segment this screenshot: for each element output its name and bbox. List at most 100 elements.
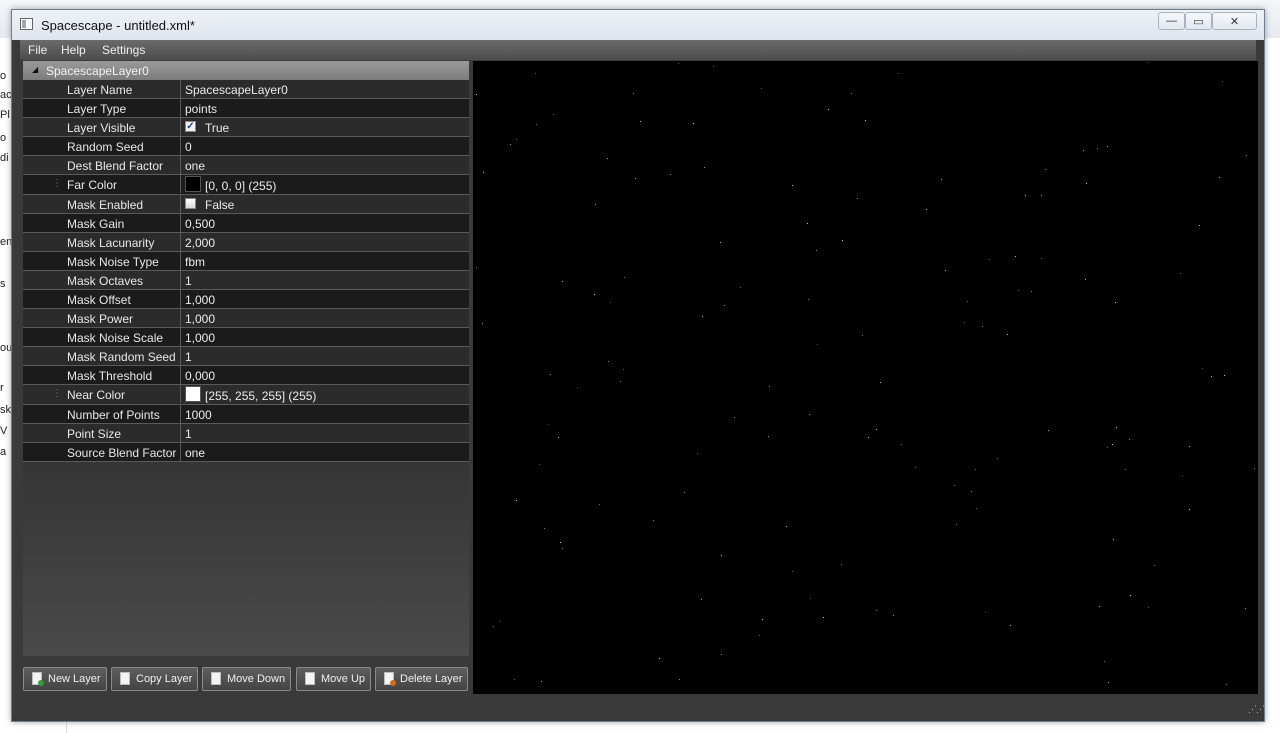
- property-value[interactable]: SpacescapeLayer0: [185, 83, 288, 97]
- resize-grip-icon[interactable]: ⋰⋰: [1248, 704, 1265, 715]
- property-name: Source Blend Factor: [67, 446, 177, 460]
- menu-settings[interactable]: Settings: [102, 43, 145, 57]
- star-point: [1224, 375, 1225, 376]
- star-point: [659, 658, 660, 659]
- property-name: Far Color: [67, 178, 118, 192]
- property-value[interactable]: 1,000: [185, 293, 215, 307]
- property-row[interactable]: Source Blend Factor one: [23, 443, 469, 462]
- property-checkbox[interactable]: ✓: [185, 198, 196, 209]
- property-name-cell: Mask Octaves: [23, 271, 181, 289]
- property-value[interactable]: fbm: [185, 255, 205, 269]
- property-row[interactable]: Mask Noise Type fbm: [23, 252, 469, 271]
- property-row[interactable]: Layer Visible ✓ True: [23, 118, 469, 137]
- property-value[interactable]: 0: [185, 140, 192, 154]
- property-value[interactable]: points: [185, 102, 217, 116]
- star-point: [926, 209, 927, 210]
- property-row[interactable]: Mask Enabled ✓ False: [23, 195, 469, 214]
- property-value[interactable]: [0, 0, 0] (255): [205, 179, 276, 193]
- property-name-cell: Mask Lacunarity: [23, 233, 181, 251]
- star-point: [1125, 469, 1126, 470]
- menu-file[interactable]: File: [28, 43, 47, 57]
- property-value[interactable]: 1,000: [185, 331, 215, 345]
- desktop-text-fragment: a: [0, 446, 7, 458]
- property-row[interactable]: Layer Name SpacescapeLayer0: [23, 80, 469, 99]
- star-point: [620, 381, 621, 382]
- app-icon: [20, 18, 33, 30]
- star-point: [1085, 279, 1086, 280]
- star-point: [624, 277, 625, 278]
- layer-header-label: SpacescapeLayer0: [46, 64, 149, 78]
- move-up-icon: [305, 672, 315, 685]
- star-point: [1199, 225, 1200, 226]
- star-point: [516, 139, 517, 140]
- expand-handle-icon[interactable]: ⋮: [52, 388, 62, 399]
- copy-layer-button[interactable]: Copy Layer: [111, 667, 198, 691]
- star-point: [516, 500, 517, 501]
- property-row[interactable]: Number of Points 1000: [23, 405, 469, 424]
- property-row[interactable]: Mask Random Seed 1: [23, 347, 469, 366]
- property-checkbox[interactable]: ✓: [185, 121, 196, 132]
- delete-layer-button[interactable]: Delete Layer: [375, 667, 468, 691]
- move-up-button[interactable]: Move Up: [296, 667, 371, 691]
- property-value[interactable]: 1,000: [185, 312, 215, 326]
- property-row[interactable]: Mask Noise Scale 1,000: [23, 328, 469, 347]
- color-swatch[interactable]: [185, 386, 201, 402]
- property-name-cell: Mask Noise Scale: [23, 328, 181, 346]
- property-name: Mask Noise Scale: [67, 331, 164, 345]
- property-row[interactable]: Point Size 1: [23, 424, 469, 443]
- star-point: [1031, 291, 1032, 292]
- property-row[interactable]: Mask Threshold 0,000: [23, 366, 469, 385]
- property-value[interactable]: [255, 255, 255] (255): [205, 389, 316, 403]
- property-value[interactable]: one: [185, 159, 205, 173]
- property-row[interactable]: Random Seed 0: [23, 137, 469, 156]
- star-point: [786, 526, 787, 527]
- star-point: [761, 88, 762, 89]
- property-name-cell: Mask Random Seed: [23, 347, 181, 365]
- title-bar[interactable]: Spacescape - untitled.xml* — ▭ ✕: [12, 10, 1264, 40]
- property-value[interactable]: False: [205, 198, 234, 212]
- property-row[interactable]: Mask Lacunarity 2,000: [23, 233, 469, 252]
- star-point: [1018, 290, 1019, 291]
- property-value[interactable]: 0,500: [185, 217, 215, 231]
- menu-help[interactable]: Help: [61, 43, 86, 57]
- property-name: Mask Threshold: [67, 369, 153, 383]
- star-point: [971, 491, 972, 492]
- property-row[interactable]: Layer Type points: [23, 99, 469, 118]
- expand-handle-icon[interactable]: ⋮: [52, 178, 62, 189]
- star-point: [893, 615, 894, 616]
- property-name-cell: Mask Offset: [23, 290, 181, 308]
- property-row[interactable]: Mask Power 1,000: [23, 309, 469, 328]
- property-name-cell: Layer Visible: [23, 118, 181, 136]
- maximize-button[interactable]: ▭: [1185, 12, 1212, 30]
- star-point: [1226, 684, 1227, 685]
- property-value[interactable]: 2,000: [185, 236, 215, 250]
- collapse-triangle-icon[interactable]: ◢: [32, 65, 38, 74]
- property-row[interactable]: Mask Offset 1,000: [23, 290, 469, 309]
- property-value[interactable]: 0,000: [185, 369, 215, 383]
- star-point: [684, 492, 685, 493]
- new-layer-button[interactable]: New Layer: [23, 667, 107, 691]
- minimize-button[interactable]: —: [1158, 12, 1185, 30]
- property-value[interactable]: one: [185, 446, 205, 460]
- property-value[interactable]: 1: [185, 427, 192, 441]
- property-row[interactable]: Mask Gain 0,500: [23, 214, 469, 233]
- property-value[interactable]: 1000: [185, 408, 212, 422]
- star-point: [1086, 183, 1087, 184]
- star-point: [701, 599, 702, 600]
- property-value[interactable]: 1: [185, 350, 192, 364]
- star-point: [823, 617, 824, 618]
- property-row[interactable]: Mask Octaves 1: [23, 271, 469, 290]
- property-value[interactable]: 1: [185, 274, 192, 288]
- property-row[interactable]: ⋮ Far Color [0, 0, 0] (255): [23, 175, 469, 195]
- property-name: Layer Visible: [67, 121, 136, 135]
- property-row[interactable]: Dest Blend Factor one: [23, 156, 469, 175]
- preview-canvas[interactable]: [473, 61, 1258, 694]
- layer-header[interactable]: ◢ SpacescapeLayer0: [23, 61, 469, 80]
- property-row[interactable]: ⋮ Near Color [255, 255, 255] (255): [23, 385, 469, 405]
- close-button[interactable]: ✕: [1212, 12, 1257, 30]
- property-value[interactable]: True: [205, 121, 229, 135]
- color-swatch[interactable]: [185, 176, 201, 192]
- star-point: [762, 619, 763, 620]
- move-down-button[interactable]: Move Down: [202, 667, 291, 691]
- star-point: [768, 436, 769, 437]
